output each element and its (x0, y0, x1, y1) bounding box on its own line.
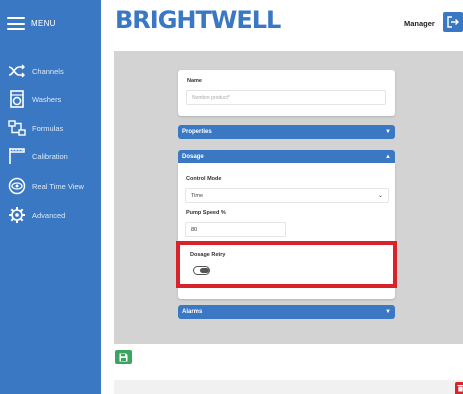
sidebar-item-channels[interactable]: Channels (7, 61, 64, 81)
control-mode-select[interactable]: Time ⌄ (185, 188, 389, 203)
name-label: Name (187, 78, 202, 84)
properties-label: Properties (182, 129, 212, 135)
sidebar-item-label: Real Time View (32, 181, 84, 191)
floppy-disk-icon (119, 353, 128, 361)
washer-icon (10, 90, 24, 108)
menu-label: MENU (31, 19, 56, 28)
control-mode-value: Time (191, 192, 204, 199)
dosage-retry-label: Dosage Retry (190, 252, 226, 258)
name-input[interactable] (186, 90, 386, 105)
dosage-retry-toggle[interactable] (193, 266, 210, 275)
formulas-icon (8, 120, 26, 136)
caret-down-icon: ▼ (385, 309, 391, 315)
dosage-section-header[interactable]: Dosage ▲ (178, 150, 395, 164)
sidebar-item-label: Formulas (32, 123, 64, 133)
sidebar-item-label: Washers (32, 94, 62, 104)
logout-icon (447, 16, 459, 28)
bottom-strip (114, 380, 463, 394)
sidebar-item-advanced[interactable]: Advanced (7, 205, 65, 225)
name-card: Name (178, 70, 395, 116)
dosage-retry-highlight: Dosage Retry (176, 241, 397, 288)
brand-logo: BRIGHTWELL (115, 6, 281, 34)
hamburger-icon (7, 17, 25, 30)
sidebar-item-calibration[interactable]: Calibration (7, 146, 68, 166)
calibration-icon (9, 148, 25, 164)
toggle-knob (200, 268, 209, 273)
alarms-section-header[interactable]: Alarms ▼ (178, 305, 395, 319)
dosage-label: Dosage (182, 154, 204, 160)
alarms-label: Alarms (182, 309, 203, 315)
sidebar-item-label: Channels (32, 66, 64, 76)
trash-icon (457, 385, 463, 392)
sidebar-item-formulas[interactable]: Formulas (7, 118, 63, 138)
pump-speed-input[interactable] (185, 222, 286, 237)
gear-icon (9, 207, 25, 223)
delete-button[interactable] (455, 382, 463, 394)
pump-speed-label: Pump Speed % (186, 210, 226, 216)
sidebar-item-label: Calibration (32, 151, 68, 161)
save-button[interactable] (115, 350, 132, 364)
logout-button[interactable] (443, 12, 463, 32)
user-name: Manager (404, 19, 435, 28)
sidebar: MENU Channels Washers Formulas Calibrati… (0, 0, 101, 394)
sidebar-item-real-time-view[interactable]: Real Time View (7, 176, 84, 196)
properties-section-header[interactable]: Properties ▼ (178, 125, 395, 139)
sidebar-item-washers[interactable]: Washers (7, 89, 61, 109)
sidebar-item-label: Advanced (32, 210, 66, 220)
control-mode-label: Control Mode (186, 176, 222, 182)
menu-toggle[interactable]: MENU (7, 17, 56, 30)
chevron-down-icon: ⌄ (377, 193, 383, 199)
app-root: MENU Channels Washers Formulas Calibrati… (0, 0, 463, 394)
channels-icon (8, 64, 25, 78)
eye-icon (8, 177, 26, 195)
caret-up-icon: ▲ (385, 154, 391, 160)
caret-down-icon: ▼ (385, 129, 391, 135)
